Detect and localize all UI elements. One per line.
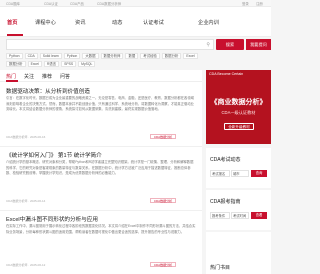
tag[interactable]: 数据分析 bbox=[6, 61, 26, 67]
top-link-products[interactable]: CDA产品 bbox=[70, 1, 84, 6]
panel-title: CDA报考指南 bbox=[210, 199, 241, 205]
tag[interactable]: MySQL bbox=[78, 61, 96, 67]
exam-query-button[interactable]: 查询 bbox=[251, 170, 267, 177]
article-summary: 在实际工作中，漏斗图常用于展示转化过程中各阶段的数据变化情况。本文将介绍在Exc… bbox=[6, 224, 196, 234]
top-link-register[interactable]: 注册 bbox=[256, 1, 263, 6]
exam-type-select[interactable]: 考试报名 bbox=[210, 170, 230, 177]
top-link-analyst[interactable]: CDA数据分析师 bbox=[97, 1, 121, 6]
tag[interactable]: R语言 bbox=[43, 61, 60, 67]
tag-row-1: Python CDA Solid learn Python 大数据 数据分析师 数据 考试经验… bbox=[6, 53, 200, 59]
nav-item-updates[interactable]: 动态 bbox=[112, 19, 122, 26]
article-summary: 介绍统计学的基本概念、研究对象和分类，帮助Python和R初学者建立完整知识框架… bbox=[6, 160, 194, 176]
tag[interactable]: Python bbox=[6, 53, 23, 59]
nav-active-indicator bbox=[7, 34, 23, 36]
main-header: 首页 课程中心 资讯 动态 认证考试 企业内训 bbox=[0, 7, 271, 37]
top-link-certification[interactable]: CDA认证 bbox=[44, 1, 58, 6]
article-card[interactable]: Excel中漏斗图不同形状的分析与应用 在实际工作中，漏斗图常用于展示转化过程中… bbox=[0, 211, 202, 274]
article-card[interactable]: 数据驱动决策：从分析到价值创造 引言：在数字化时代，数据已成为企业最重要的战略资… bbox=[0, 83, 202, 147]
city-select[interactable]: 城市 bbox=[231, 170, 249, 177]
ask-question-button[interactable]: 我要提问 bbox=[246, 39, 271, 50]
tag[interactable]: Excel bbox=[183, 53, 198, 59]
article-title[interactable]: Excel中漏斗图不同形状的分析与应用 bbox=[6, 215, 98, 223]
article-title[interactable]: 数据驱动决策：从分析到价值创造 bbox=[6, 87, 90, 95]
article-meta: CDA数据分析师 · 2025-06-16 bbox=[6, 135, 46, 139]
tag[interactable]: Python bbox=[63, 53, 81, 59]
condition-select[interactable]: 报考条件 bbox=[210, 212, 230, 219]
exam-guide-panel: CDA报考指南 报考条件 考试时间 查看 bbox=[206, 190, 271, 230]
tag[interactable]: 数据分析师 bbox=[100, 53, 124, 59]
search-icon: ⚲ bbox=[206, 42, 210, 48]
feed-tabs: 热门 关注 推荐 问答 bbox=[0, 70, 202, 82]
ad-brand: CDA Become Certain bbox=[209, 72, 244, 76]
article-summary: 引言：在数字化时代，数据已成为企业最重要的战略资源之一。无论是零售、电商、金融，… bbox=[6, 96, 194, 112]
article-category-badge[interactable]: CDA数据分析 bbox=[150, 262, 176, 267]
tag[interactable]: Solid learn bbox=[39, 53, 62, 59]
textbook-ad-banner[interactable]: CDA Become Certain 《商业数据分析》 CDA一级认证教材 全新… bbox=[206, 70, 271, 144]
search-input[interactable]: ⚲ bbox=[6, 39, 214, 50]
nav-item-news[interactable]: 资讯 bbox=[75, 19, 85, 26]
article-feed: 热门 关注 推荐 问答 数据驱动决策：从分析到价值创造 引言：在数字化时代，数据… bbox=[0, 70, 202, 274]
top-link-login[interactable]: 登录 bbox=[242, 1, 249, 6]
ad-title: 《商业数据分析》 bbox=[210, 99, 267, 106]
sidebar: CDA Become Certain 《商业数据分析》 CDA一级认证教材 全新… bbox=[206, 70, 271, 274]
nav-item-home[interactable]: 首页 bbox=[7, 19, 17, 26]
tag[interactable]: 大数据 bbox=[82, 53, 99, 59]
panel-title: CDA考试动态 bbox=[210, 157, 241, 163]
ad-subtitle: CDA一级认证教材 bbox=[221, 110, 256, 115]
guide-view-button[interactable]: 查看 bbox=[251, 212, 267, 219]
article-meta: CDA数据分析师 · 2025-06-12 bbox=[6, 263, 46, 267]
tab-qa[interactable]: 问答 bbox=[60, 73, 70, 80]
article-title[interactable]: 《统计学如何入门》 第1节 统计学简介 bbox=[6, 151, 102, 159]
article-meta: CDA数据分析师 · 2025-06-14 bbox=[6, 199, 46, 203]
tag[interactable]: 数据 bbox=[125, 53, 139, 59]
top-link-question-bank[interactable]: CDA题库 bbox=[6, 1, 20, 6]
nav-item-courses[interactable]: 课程中心 bbox=[35, 19, 56, 26]
tab-active-indicator bbox=[6, 80, 18, 82]
tab-recommend[interactable]: 推荐 bbox=[42, 73, 52, 80]
tab-hot[interactable]: 热门 bbox=[6, 73, 16, 80]
nav-item-enterprise[interactable]: 企业内训 bbox=[198, 19, 219, 26]
exam-info-panel: CDA考试动态 考试报名 城市 查询 bbox=[206, 148, 271, 188]
article-category-badge[interactable]: CDA数据分析 bbox=[150, 134, 176, 139]
hot-books-panel: 热门书目 bbox=[206, 232, 271, 274]
tag[interactable]: SPSS bbox=[61, 61, 77, 67]
article-card[interactable]: 《统计学如何入门》 第1节 统计学简介 介绍统计学的基本概念、研究对象和分类，帮… bbox=[0, 147, 202, 211]
tag[interactable]: 数据分析 bbox=[161, 53, 182, 59]
panel-title: 热门书目 bbox=[210, 265, 231, 271]
exam-date-select[interactable]: 考试时间 bbox=[231, 212, 249, 219]
ad-cta-button[interactable]: 全新升级教材 bbox=[224, 123, 254, 130]
tag[interactable]: 考试经验 bbox=[140, 53, 160, 59]
tab-follow[interactable]: 关注 bbox=[24, 73, 34, 80]
top-utility-bar: CDA题库 CDA认证 CDA产品 CDA数据分析师 登录 注册 bbox=[0, 0, 271, 7]
tag[interactable]: CDA bbox=[24, 53, 38, 59]
tag[interactable]: Excel bbox=[27, 61, 42, 67]
article-category-badge[interactable]: CDA数据分析 bbox=[150, 198, 176, 203]
tag-row-2: 数据分析 Excel R语言 SPSS MySQL bbox=[6, 61, 97, 67]
nav-item-exam[interactable]: 认证考试 bbox=[143, 19, 164, 26]
search-button[interactable]: 搜索 bbox=[216, 39, 244, 50]
